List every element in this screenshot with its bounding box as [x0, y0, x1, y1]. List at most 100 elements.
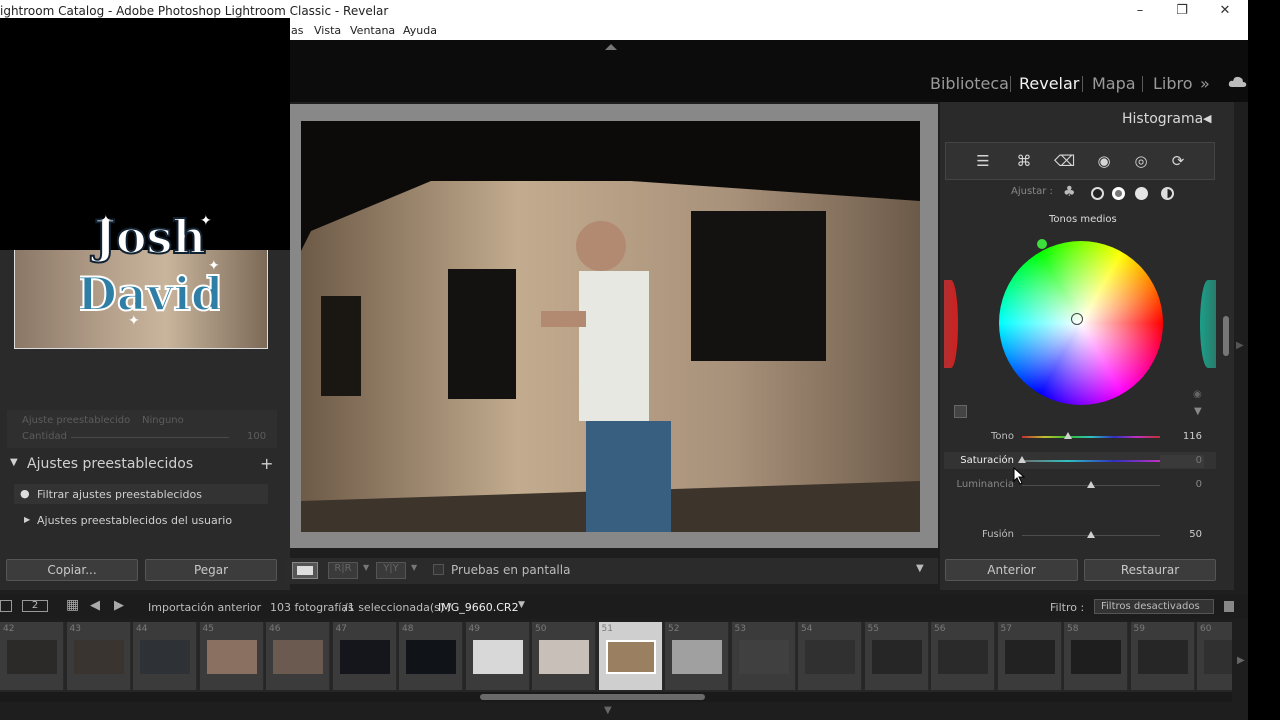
histogram-header[interactable]: Histograma ◀: [945, 108, 1221, 132]
luminance-slider-thumb[interactable]: [1087, 481, 1095, 488]
loupe-view-icon[interactable]: [292, 562, 318, 579]
previous-button[interactable]: Anterior: [945, 559, 1078, 581]
highlights-wheel-icon[interactable]: [1135, 187, 1148, 200]
swap-dropdown-icon[interactable]: ▼: [411, 563, 417, 572]
filmstrip-thumbnail[interactable]: 48: [399, 622, 463, 690]
back-arrow-icon[interactable]: ◀: [90, 598, 100, 613]
filter-select[interactable]: Filtros desactivados: [1094, 599, 1214, 614]
filmstrip-thumbnail[interactable]: 60: [1197, 622, 1232, 690]
thumbnail-image: [1137, 640, 1188, 674]
menu-item-as[interactable]: as: [291, 24, 303, 37]
menu-item-ayuda[interactable]: Ayuda: [403, 24, 437, 37]
copy-button[interactable]: Copiar...: [6, 559, 138, 581]
filter-lock-icon[interactable]: [1224, 601, 1234, 612]
filmstrip-thumbnail[interactable]: 57: [997, 622, 1062, 690]
main-window-icon[interactable]: [0, 600, 12, 612]
svg-text:✦: ✦: [208, 258, 220, 274]
filmstrip-thumbnail[interactable]: 54: [798, 622, 862, 690]
before-after-view-icon[interactable]: R|R: [328, 562, 358, 579]
expand-sliders-icon[interactable]: ▼: [1194, 406, 1202, 417]
filmstrip-thumbnail[interactable]: 55: [864, 622, 929, 690]
filmstrip-scrollbar[interactable]: [480, 694, 705, 700]
visibility-eye-icon[interactable]: ◉: [1193, 389, 1202, 400]
preset-filter-field[interactable]: ● Filtrar ajustes preestablecidos: [14, 484, 268, 504]
midtones-wheel-icon[interactable]: [1112, 187, 1125, 200]
module-mapa[interactable]: Mapa: [1092, 74, 1136, 93]
histogram-collapse-icon[interactable]: ◀: [1203, 112, 1211, 125]
filmstrip-thumbnail[interactable]: 51: [598, 622, 663, 690]
reset-button[interactable]: Restaurar: [1084, 559, 1216, 581]
masking-icon[interactable]: ◎: [1131, 151, 1151, 171]
menu-item-vista[interactable]: Vista: [314, 24, 341, 37]
filmstrip-thumbnail[interactable]: 42: [0, 622, 64, 690]
color-wheel[interactable]: [999, 241, 1163, 405]
crop-icon[interactable]: ⌘: [1014, 151, 1034, 171]
wheel-center-handle[interactable]: [1071, 313, 1083, 325]
collapse-bottom-arrow-icon[interactable]: ▼: [604, 705, 612, 716]
swap-before-after-icon[interactable]: Y|Y: [376, 562, 406, 579]
right-panel-collapse-icon[interactable]: ▶: [1236, 340, 1244, 351]
healing-icon[interactable]: ⌫: [1054, 151, 1075, 171]
minimize-button[interactable]: –: [1118, 0, 1162, 22]
restore-button[interactable]: ❐: [1160, 0, 1204, 22]
collapse-triangle-icon[interactable]: ▼: [10, 457, 18, 468]
reset-tool-icon[interactable]: ⟳: [1168, 151, 1188, 171]
filmstrip-thumbnail[interactable]: 45: [199, 622, 264, 690]
filmstrip-thumbnail[interactable]: 43: [66, 622, 131, 690]
module-separator: [1142, 76, 1143, 92]
hue-slider-thumb[interactable]: [1063, 432, 1072, 439]
close-button[interactable]: ✕: [1203, 0, 1247, 22]
toolbar-options-icon[interactable]: ▼: [916, 563, 924, 574]
color-swatch[interactable]: [954, 405, 967, 418]
paste-button[interactable]: Pegar: [145, 559, 277, 581]
filmstrip-thumbnail[interactable]: 59: [1130, 622, 1195, 690]
filmstrip-thumbnail[interactable]: 46: [266, 622, 330, 690]
thumbnail-image: [805, 640, 855, 674]
filmstrip-thumbnail[interactable]: 49: [465, 622, 530, 690]
blend-slider-thumb[interactable]: [1087, 531, 1095, 538]
filename-dropdown-icon[interactable]: ▼: [518, 600, 525, 610]
filmstrip-source[interactable]: Importación anterior: [148, 601, 261, 614]
amount-slider[interactable]: [71, 437, 229, 438]
red-eye-icon[interactable]: ◉: [1094, 151, 1114, 171]
filmstrip-thumbnail[interactable]: 47: [332, 622, 397, 690]
hue-slider-track[interactable]: [1022, 436, 1160, 438]
menu-item-ventana[interactable]: Ventana: [350, 24, 395, 37]
cloud-sync-icon[interactable]: [1228, 74, 1248, 90]
before-after-dropdown-icon[interactable]: ▼: [363, 563, 369, 572]
forward-arrow-icon[interactable]: ▶: [114, 598, 124, 613]
soft-proof-checkbox[interactable]: [433, 564, 444, 575]
thumbnail-image: [7, 640, 57, 674]
filmstrip-right-arrow-icon[interactable]: ▶: [1237, 655, 1245, 666]
filmstrip-thumbnail[interactable]: 50: [532, 622, 596, 690]
filmstrip-thumbnail[interactable]: 58: [1064, 622, 1128, 690]
hue-handle[interactable]: [1037, 239, 1047, 249]
main-photo[interactable]: [301, 121, 920, 532]
collapse-top-arrow-icon[interactable]: [605, 44, 617, 50]
add-preset-icon[interactable]: +: [260, 454, 273, 473]
presets-header[interactable]: ▼ Ajustes preestablecidos +: [4, 454, 280, 476]
grid-view-icon[interactable]: ▦: [66, 597, 79, 613]
thumbnail-number: 49: [468, 624, 480, 634]
thumbnail-number: 50: [535, 624, 547, 634]
user-presets-folder[interactable]: Ajustes preestablecidos del usuario: [37, 514, 232, 527]
filmstrip-thumbnail[interactable]: 56: [931, 622, 995, 690]
filmstrip-thumbnail[interactable]: 52: [665, 622, 729, 690]
edit-sliders-icon[interactable]: ☰: [973, 151, 993, 171]
saturation-slider-track[interactable]: [1022, 460, 1160, 462]
module-biblioteca[interactable]: Biblioteca: [930, 74, 1009, 93]
expand-triangle-icon[interactable]: ▶: [24, 515, 30, 524]
module-libro[interactable]: Libro: [1153, 74, 1193, 93]
second-window-number: 2: [31, 600, 39, 611]
saturation-slider-thumb[interactable]: [1018, 456, 1026, 463]
thumbnail-number: 43: [69, 624, 81, 634]
global-wheel-icon[interactable]: [1161, 187, 1174, 200]
right-panel-scrollbar[interactable]: [1223, 316, 1229, 356]
three-way-icon[interactable]: ♣: [1063, 184, 1076, 200]
second-window-icon[interactable]: 2: [22, 600, 48, 612]
module-revelar[interactable]: Revelar: [1019, 74, 1079, 93]
more-modules-icon[interactable]: »: [1200, 74, 1210, 93]
shadows-wheel-icon[interactable]: [1091, 187, 1104, 200]
filmstrip-thumbnail[interactable]: 44: [133, 622, 197, 690]
filmstrip-thumbnail[interactable]: 53: [731, 622, 796, 690]
